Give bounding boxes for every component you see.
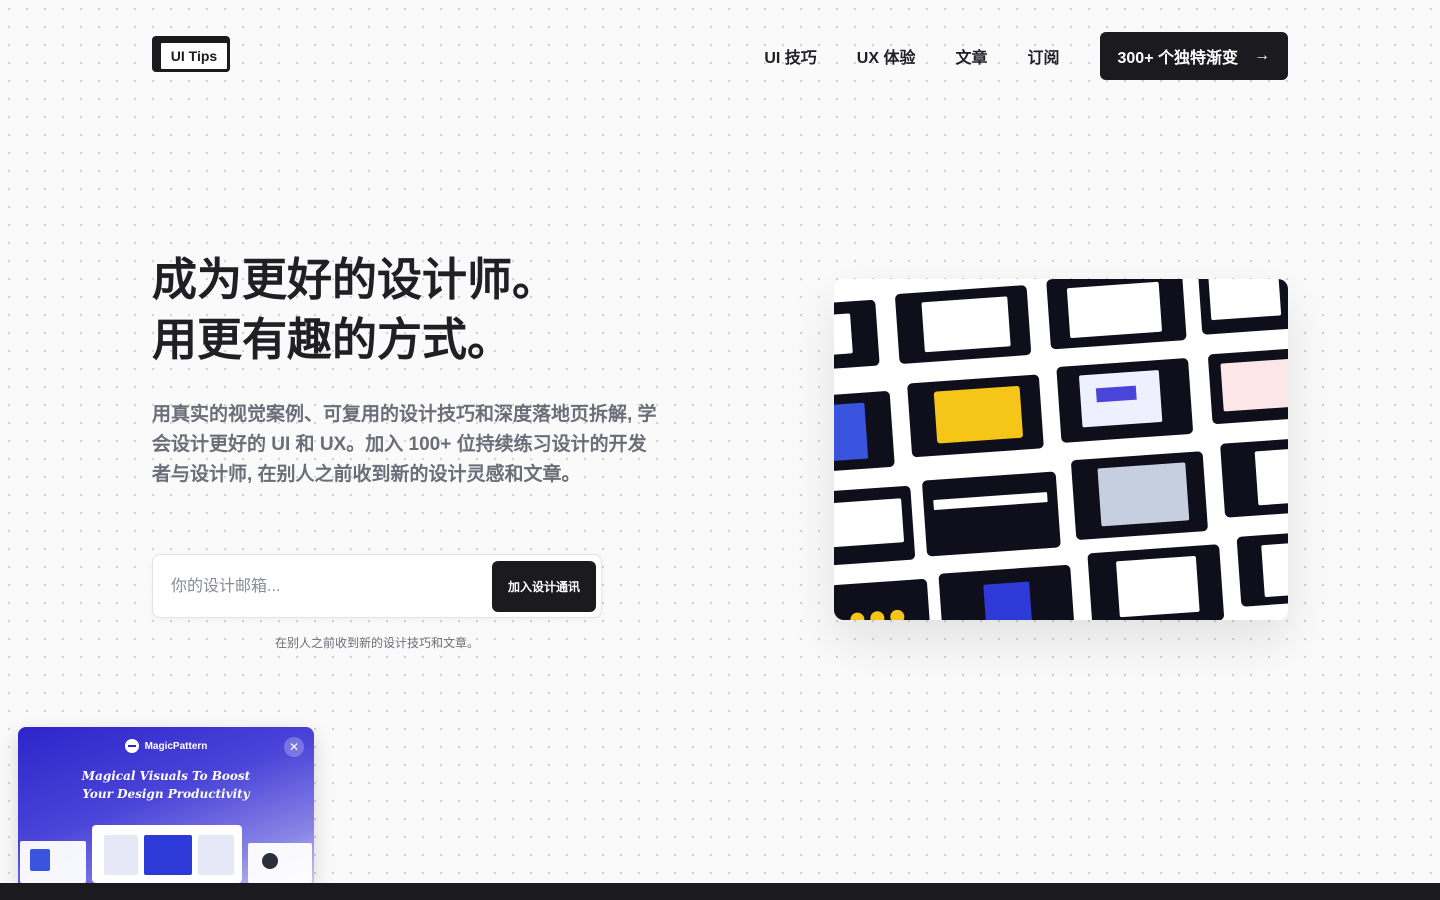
- hero-title: 成为更好的设计师。 用更有趣的方式。: [152, 250, 672, 370]
- nav-subscribe[interactable]: 订阅: [1027, 44, 1059, 68]
- cta-label: 300+ 个独特渐变: [1117, 50, 1239, 67]
- email-input[interactable]: [169, 567, 473, 607]
- nav-ux[interactable]: UX 体验: [857, 44, 916, 68]
- hero-title-line2: 用更有趣的方式。: [152, 314, 513, 365]
- gradients-cta-button[interactable]: 300+ 个独特渐变 →: [1099, 32, 1288, 80]
- nav-articles[interactable]: 文章: [955, 44, 987, 68]
- join-newsletter-button[interactable]: 加入设计通讯: [492, 561, 596, 612]
- signup-form: 加入设计通讯: [152, 554, 602, 618]
- logo-text: UI Tips: [158, 40, 230, 72]
- footer-bar: [0, 883, 1440, 900]
- promo-preview-graphic: [20, 825, 312, 883]
- hero-description: 用真实的视觉案例、可复用的设计技巧和深度落地页拆解, 学会设计更好的 UI 和 …: [152, 404, 657, 485]
- arrow-right-icon: →: [1254, 47, 1270, 64]
- magicpattern-promo[interactable]: MagicPattern Magical Visuals To Boost Yo…: [18, 727, 314, 883]
- logo[interactable]: UI Tips: [152, 36, 234, 76]
- nav-ui-tips[interactable]: UI 技巧: [764, 44, 816, 68]
- main-nav: UI 技巧 UX 体验 文章 订阅 300+ 个独特渐变 →: [764, 32, 1288, 80]
- hero-title-line1: 成为更好的设计师。: [152, 254, 558, 305]
- signup-note: 在别人之前收到新的设计技巧和文章。: [274, 636, 479, 650]
- showcase-image: [834, 279, 1288, 620]
- showcase-collage: [834, 279, 1288, 620]
